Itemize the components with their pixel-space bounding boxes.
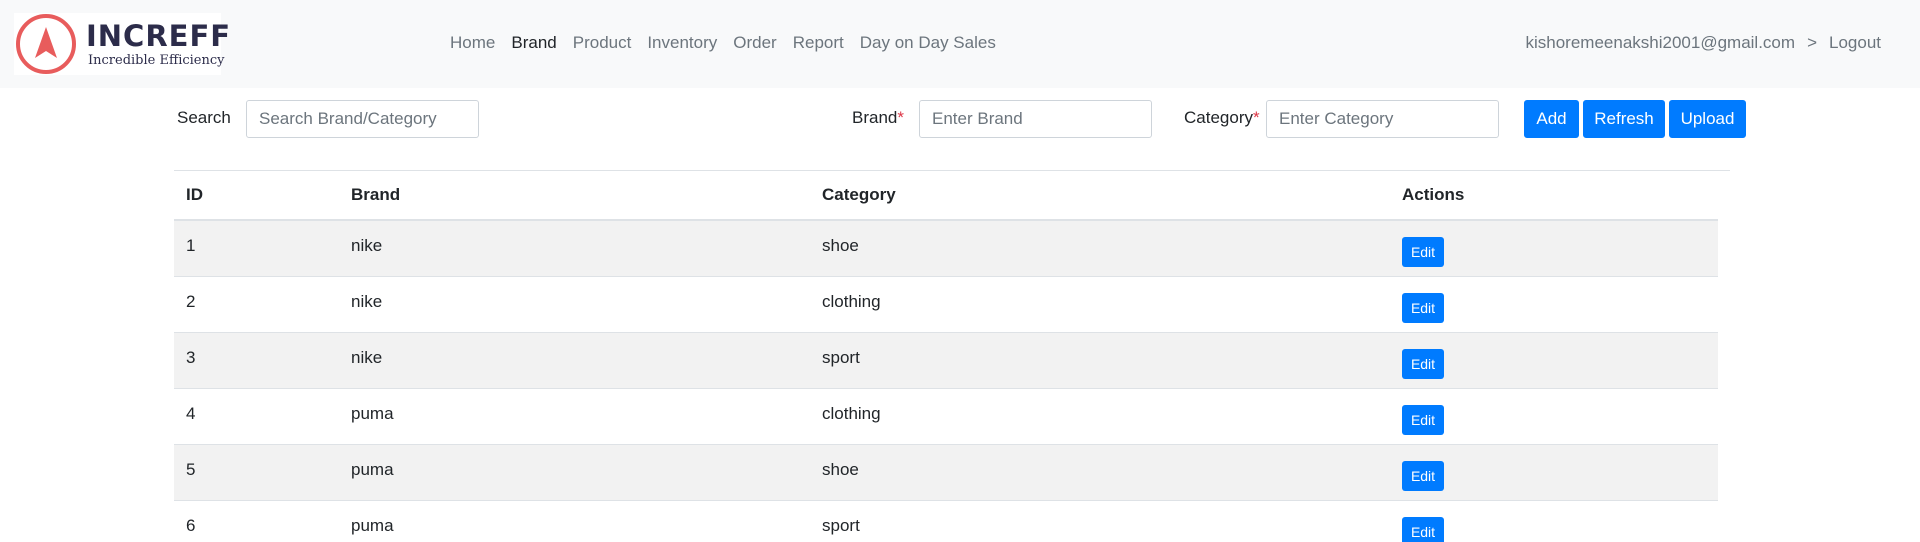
category-input[interactable] [1266,100,1499,138]
nav-inventory[interactable]: Inventory [647,33,717,57]
table-row: 2 nike clothing Edit [174,277,1718,333]
cell-brand-text: puma [351,460,394,479]
edit-button[interactable]: Edit [1402,461,1444,491]
nav-day-on-day-sales[interactable]: Day on Day Sales [860,33,996,57]
table-row: 1 nike shoe Edit [174,220,1718,277]
edit-button[interactable]: Edit [1402,237,1444,267]
cell-id: 6 [174,501,339,542]
cell-brand-text: nike [351,292,382,311]
brand-table: ID Brand Category Actions 1 nike shoe Ed… [174,171,1718,542]
cell-category: shoe [810,220,1390,277]
table-row: 5 puma shoe Edit [174,445,1718,501]
add-button[interactable]: Add [1524,100,1579,138]
cell-id: 4 [174,389,339,445]
category-label-text: Category [1184,108,1253,127]
header-category: Category [810,171,1390,220]
cell-category-text: clothing [822,404,881,423]
nav-report[interactable]: Report [793,33,844,57]
cell-id: 1 [174,220,339,277]
cell-category: sport [810,333,1390,389]
cell-brand-text: puma [351,404,394,423]
required-mark: * [897,108,904,127]
cell-id-text: 3 [186,348,195,367]
cell-id-text: 1 [186,236,195,255]
cell-id-text: 5 [186,460,195,479]
nav-order[interactable]: Order [733,33,776,57]
search-label: Search [177,108,231,128]
cell-category-text: sport [822,348,860,367]
brand-table-container: ID Brand Category Actions 1 nike shoe Ed… [174,170,1730,542]
header-actions: Actions [1390,171,1718,220]
required-mark: * [1253,108,1260,127]
cell-category-text: shoe [822,460,859,479]
user-separator: > [1807,33,1817,53]
cell-id-text: 2 [186,292,195,311]
nav-product[interactable]: Product [573,33,632,57]
header-brand: Brand [339,171,810,220]
cell-brand-text: nike [351,348,382,367]
edit-button[interactable]: Edit [1402,293,1444,323]
cell-category-text: clothing [822,292,881,311]
nav-home[interactable]: Home [450,33,495,57]
cell-category-text: sport [822,516,860,535]
main-nav: Home Brand Product Inventory Order Repor… [450,33,1012,57]
logo-tagline: Incredible Efficiency [88,53,225,69]
cell-category: shoe [810,445,1390,501]
cell-id-text: 4 [186,404,195,423]
user-area: kishoremeenakshi2001@gmail.com > Logout [1526,33,1882,53]
cell-actions: Edit [1390,501,1718,542]
cell-id: 5 [174,445,339,501]
header-id: ID [174,171,339,220]
navbar: INCREFF Incredible Efficiency Home Brand… [0,0,1920,88]
cell-category-text: shoe [822,236,859,255]
logo-title: INCREFF [86,19,231,53]
cell-actions: Edit [1390,445,1718,501]
edit-button[interactable]: Edit [1402,517,1444,542]
cell-category: clothing [810,389,1390,445]
search-input[interactable] [246,100,479,138]
cell-brand: puma [339,445,810,501]
table-row: 3 nike sport Edit [174,333,1718,389]
category-field-label: Category* [1184,108,1260,128]
cell-id-text: 6 [186,516,195,535]
brand-field-label: Brand* [852,108,904,128]
cell-actions: Edit [1390,277,1718,333]
cell-category: sport [810,501,1390,542]
table-header-row: ID Brand Category Actions [174,171,1718,220]
user-email: kishoremeenakshi2001@gmail.com [1526,33,1796,53]
cell-brand: puma [339,389,810,445]
cell-id: 3 [174,333,339,389]
cell-actions: Edit [1390,333,1718,389]
cell-actions: Edit [1390,389,1718,445]
cell-brand: nike [339,333,810,389]
cell-id: 2 [174,277,339,333]
cell-brand: nike [339,220,810,277]
table-row: 4 puma clothing Edit [174,389,1718,445]
cell-brand-text: nike [351,236,382,255]
cell-actions: Edit [1390,220,1718,277]
edit-button[interactable]: Edit [1402,349,1444,379]
edit-button[interactable]: Edit [1402,405,1444,435]
refresh-button[interactable]: Refresh [1583,100,1665,138]
cell-category: clothing [810,277,1390,333]
upload-button[interactable]: Upload [1669,100,1746,138]
nav-brand[interactable]: Brand [511,33,556,57]
cell-brand: nike [339,277,810,333]
table-row: 6 puma sport Edit [174,501,1718,542]
brand-label-text: Brand [852,108,897,127]
cell-brand: puma [339,501,810,542]
brand-input[interactable] [919,100,1152,138]
logout-link[interactable]: Logout [1829,33,1881,53]
compass-logo-icon [14,13,80,75]
cell-brand-text: puma [351,516,394,535]
brand-logo[interactable]: INCREFF Incredible Efficiency [14,13,221,75]
